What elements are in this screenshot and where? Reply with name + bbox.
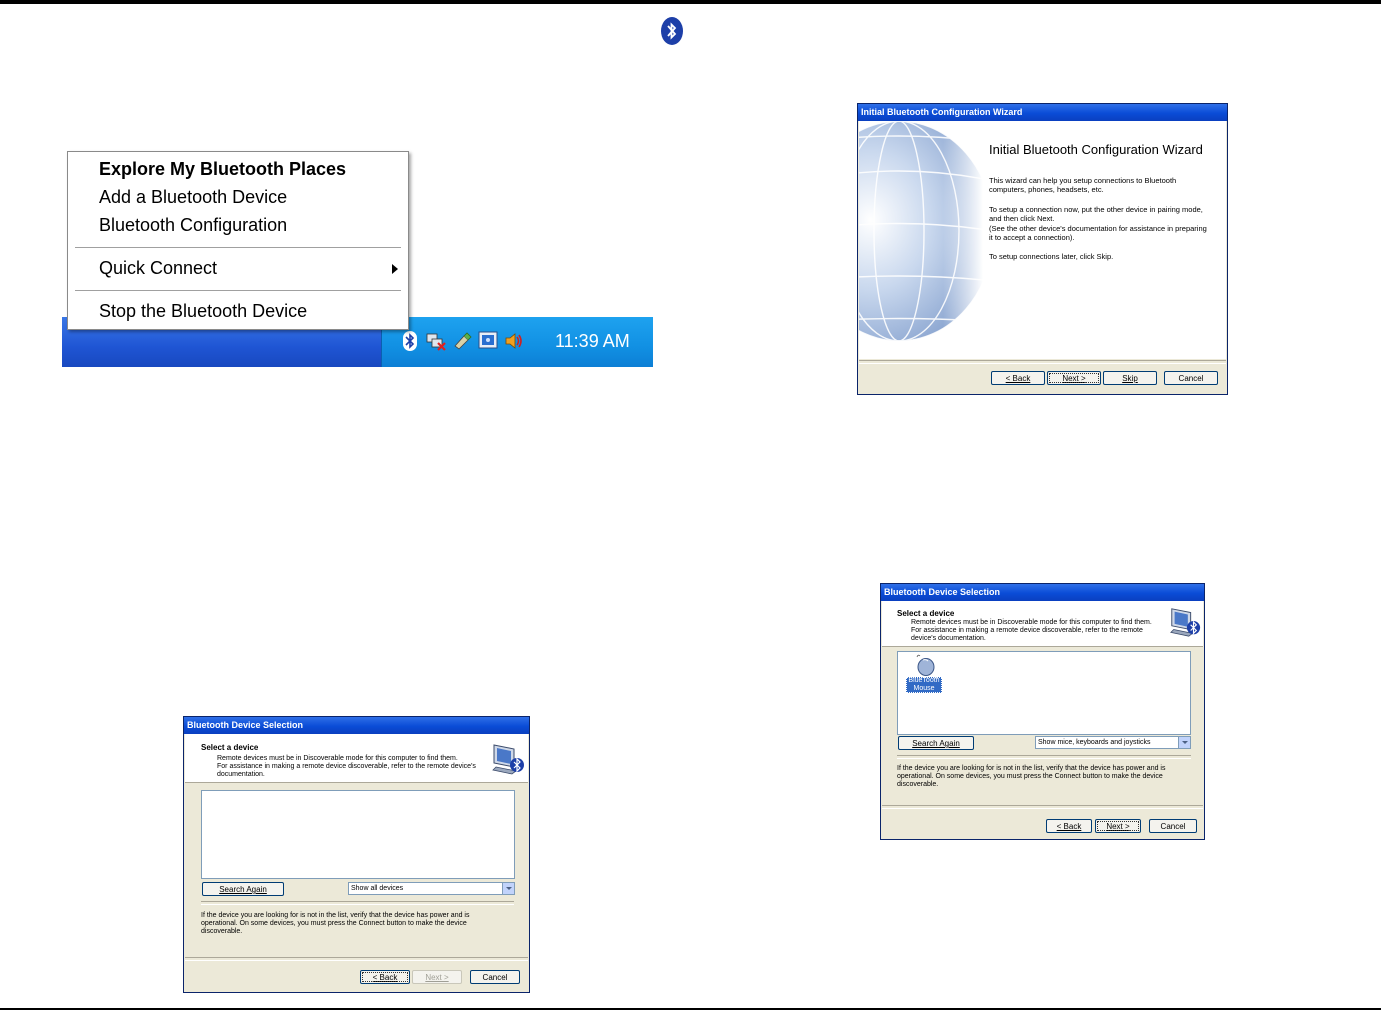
back-button[interactable]: < Back xyxy=(991,371,1045,385)
help-note: If the device you are looking for is not… xyxy=(201,912,470,935)
device-selection-window-empty: Bluetooth Device Selection Select a devi… xyxy=(183,716,530,993)
section-divider xyxy=(897,755,1191,759)
header-description: Remote devices must be in Discoverable m… xyxy=(911,619,1152,642)
section-divider xyxy=(201,901,514,905)
search-again-button[interactable]: Search Again xyxy=(202,882,284,896)
monitor-icon[interactable] xyxy=(478,331,498,351)
device-selection-titlebar[interactable]: Bluetooth Device Selection xyxy=(184,717,529,734)
wizard-paragraph: To setup a connection now, put the other… xyxy=(989,205,1203,223)
help-note: If the device you are looking for is not… xyxy=(897,765,1166,788)
select-device-heading: Select a device xyxy=(201,743,259,752)
network-disconnected-icon[interactable] xyxy=(426,331,446,351)
top-rule xyxy=(0,0,1381,4)
header-description: Remote devices must be in Discoverable m… xyxy=(217,755,476,778)
cancel-button[interactable]: Cancel xyxy=(1149,819,1197,833)
volume-icon[interactable] xyxy=(504,331,524,351)
bluetooth-logo-icon xyxy=(661,17,683,45)
menu-item-quick-connect[interactable]: Quick Connect xyxy=(99,258,217,279)
clock[interactable]: 11:39 AM xyxy=(555,331,630,352)
device-list[interactable]: BlueTooth Mouse xyxy=(897,651,1191,735)
wizard-paragraph: (See the other device's documentation fo… xyxy=(989,224,1207,242)
wizard-paragraph: To setup connections later, click Skip. xyxy=(989,252,1114,261)
system-tray: 11:39 AM xyxy=(381,317,653,367)
next-button[interactable]: Next > xyxy=(412,970,462,984)
footer-divider xyxy=(185,957,528,961)
menu-item-add-device[interactable]: Add a Bluetooth Device xyxy=(99,187,287,208)
wizard-body: Initial Bluetooth Configuration Wizard T… xyxy=(859,121,1226,359)
chevron-down-icon[interactable] xyxy=(1178,737,1190,748)
device-list[interactable] xyxy=(201,790,515,879)
footer-divider xyxy=(882,805,1203,809)
bluetooth-context-menu: Explore My Bluetooth Places Add a Blueto… xyxy=(67,151,409,330)
wizard-heading: Initial Bluetooth Configuration Wizard xyxy=(989,142,1203,157)
device-selection-header: Select a device Remote devices must be i… xyxy=(185,734,528,783)
computer-bluetooth-icon xyxy=(492,744,524,775)
cancel-button[interactable]: Cancel xyxy=(470,970,520,984)
next-button[interactable]: Next > xyxy=(1047,371,1101,385)
next-button[interactable]: Next > xyxy=(1095,819,1141,833)
device-selection-header: Select a device Remote devices must be i… xyxy=(882,601,1203,647)
device-selection-window-found: Bluetooth Device Selection Select a devi… xyxy=(880,583,1205,840)
device-filter-select[interactable]: Show mice, keyboards and joysticks xyxy=(1035,736,1191,749)
wizard-titlebar[interactable]: Initial Bluetooth Configuration Wizard xyxy=(858,104,1227,121)
back-button[interactable]: < Back xyxy=(1046,819,1092,833)
mouse-icon xyxy=(916,654,935,676)
usb-icon[interactable] xyxy=(452,331,472,351)
globe-graphic-icon xyxy=(859,121,983,359)
chevron-down-icon[interactable] xyxy=(502,883,514,894)
menu-separator xyxy=(75,247,401,248)
submenu-arrow-icon xyxy=(392,264,398,274)
select-device-heading: Select a device xyxy=(897,609,955,618)
bluetooth-icon[interactable] xyxy=(400,331,420,351)
back-button[interactable]: < Back xyxy=(360,970,410,984)
menu-item-configuration[interactable]: Bluetooth Configuration xyxy=(99,215,287,236)
device-label: BlueTooth Mouse xyxy=(906,677,942,693)
device-filter-select[interactable]: Show all devices xyxy=(348,882,515,895)
cancel-button[interactable]: Cancel xyxy=(1164,371,1218,385)
device-item-bluetooth-mouse[interactable]: BlueTooth Mouse xyxy=(906,654,942,698)
wizard-paragraph: This wizard can help you setup connectio… xyxy=(989,176,1177,194)
wizard-window: Initial Bluetooth Configuration Wizard I… xyxy=(857,103,1228,395)
menu-item-stop-device[interactable]: Stop the Bluetooth Device xyxy=(99,301,307,322)
wizard-divider xyxy=(859,360,1226,364)
computer-bluetooth-icon xyxy=(1170,608,1201,637)
bottom-rule xyxy=(0,1008,1381,1010)
search-again-button[interactable]: Search Again xyxy=(898,736,974,750)
menu-separator xyxy=(75,290,401,291)
skip-button[interactable]: Skip xyxy=(1103,371,1157,385)
menu-item-explore[interactable]: Explore My Bluetooth Places xyxy=(99,159,346,180)
device-selection-titlebar[interactable]: Bluetooth Device Selection xyxy=(881,584,1204,601)
